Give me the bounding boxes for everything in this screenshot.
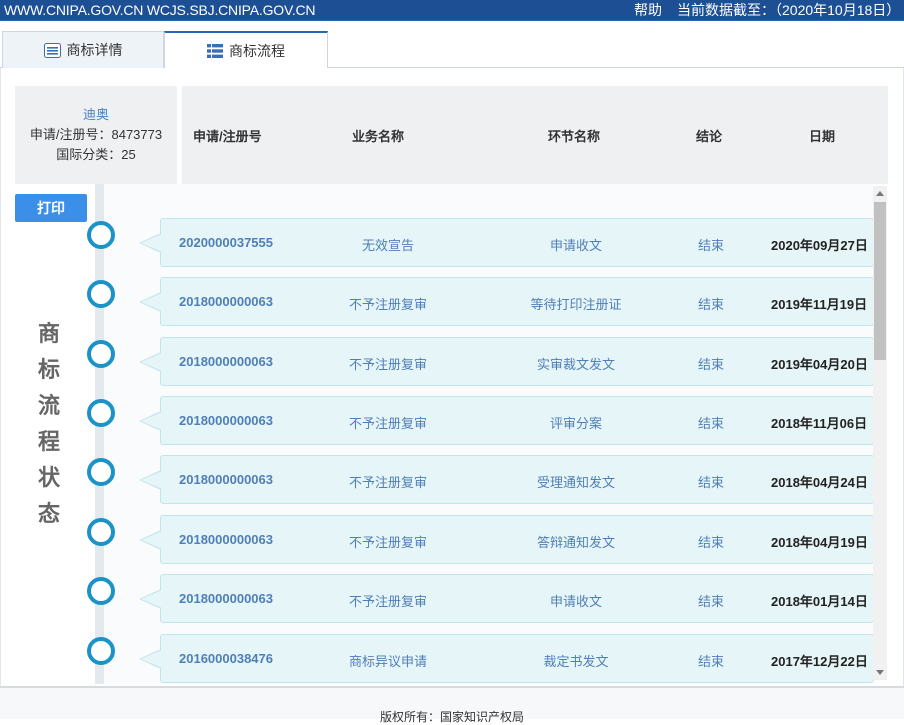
vertical-scrollbar[interactable]: [873, 186, 887, 680]
process-row: 2020000037555 无效宣告 申请收文 结束 2020年09月27日: [139, 218, 874, 267]
row-reg-no[interactable]: 2018000000063: [179, 413, 273, 428]
tab-label: 商标详情: [66, 42, 123, 58]
print-button[interactable]: 打印: [15, 194, 87, 222]
row-result: 结束: [697, 594, 724, 609]
row-step: 等待打印注册证: [530, 297, 622, 312]
top-divider: [0, 20, 904, 21]
row-reg-no[interactable]: 2020000037555: [179, 235, 273, 250]
row-business: 不予注册复审: [348, 416, 427, 431]
row-result: 结束: [697, 654, 724, 669]
row-step: 实审裁文发文: [536, 357, 615, 372]
side-title-char: 程: [37, 429, 60, 454]
data-as-of: 当前数据截至：（2020年10月18日）: [677, 2, 901, 18]
header-date: 日期: [809, 129, 836, 144]
process-row: 2016000038476 商标异议申请 裁定书发文 结束 2017年12月22…: [139, 634, 874, 683]
site-links[interactable]: WWW.CNIPA.GOV.CN WCJS.SBJ.CNIPA.GOV.CN: [4, 0, 316, 20]
row-date: 2017年12月22日: [771, 654, 868, 669]
row-reg-no[interactable]: 2018000000063: [179, 472, 273, 487]
scroll-thumb[interactable]: [874, 202, 886, 360]
row-date: 2018年11月06日: [771, 416, 868, 431]
row-date: 2018年04月19日: [771, 535, 868, 550]
row-result: 结束: [697, 297, 724, 312]
timeline-node: [87, 340, 115, 368]
timeline-line: [95, 184, 104, 684]
row-reg-no[interactable]: 2018000000063: [179, 532, 273, 547]
row-result: 结束: [697, 535, 724, 550]
row-step: 评审分案: [549, 416, 602, 431]
header-result: 结论: [696, 129, 723, 144]
row-result: 结束: [697, 357, 724, 372]
side-title-char: 标: [37, 357, 60, 382]
row-result: 结束: [697, 475, 724, 490]
help-link[interactable]: 帮助: [634, 0, 662, 20]
registration-number: 申请/注册号：8473773: [29, 127, 163, 142]
row-date: 2018年01月14日: [771, 594, 868, 609]
side-title-char: 状: [37, 465, 60, 490]
footer: 版权所有：国家知识产权局: [0, 688, 904, 724]
process-row: 2018000000063 不予注册复审 申请收文 结束 2018年01月14日: [139, 574, 874, 623]
tab-label: 商标流程: [229, 43, 285, 59]
side-title-char: 态: [37, 501, 60, 526]
row-business: 无效宣告: [361, 238, 414, 253]
top-bar: WWW.CNIPA.GOV.CN WCJS.SBJ.CNIPA.GOV.CN 帮…: [0, 0, 904, 20]
row-step: 申请收文: [549, 594, 602, 609]
timeline-node: [87, 399, 115, 427]
international-class: 国际分类：25: [56, 147, 136, 162]
row-business: 不予注册复审: [348, 475, 427, 490]
detail-icon: [43, 42, 61, 58]
header-step: 环节名称: [548, 129, 601, 144]
header-business: 业务名称: [352, 129, 405, 144]
timeline-node: [87, 577, 115, 605]
header-reg-no: 申请/注册号: [193, 129, 262, 144]
side-title-char: 商: [37, 321, 60, 346]
side-title: 商 标 流 程 状 态: [33, 316, 65, 532]
trademark-info: 迪奥 申请/注册号：8473773 国际分类：25: [15, 86, 177, 184]
timeline-node: [87, 458, 115, 486]
row-result: 结束: [697, 238, 724, 253]
scroll-up-icon[interactable]: [876, 191, 884, 196]
row-date: 2019年11月19日: [771, 297, 868, 312]
timeline-node: [87, 637, 115, 665]
process-row: 2018000000063 不予注册复审 实审裁文发文 结束 2019年04月2…: [139, 337, 874, 386]
trademark-name[interactable]: 迪奥: [15, 105, 177, 125]
row-reg-no[interactable]: 2016000038476: [179, 651, 273, 666]
row-reg-no[interactable]: 2018000000063: [179, 354, 273, 369]
row-date: 2018年04月24日: [771, 475, 868, 490]
process-row: 2018000000063 不予注册复审 评审分案 结束 2018年11月06日: [139, 396, 874, 445]
process-row: 2018000000063 不予注册复审 答辩通知发文 结束 2018年04月1…: [139, 515, 874, 564]
row-business: 不予注册复审: [348, 535, 427, 550]
timeline-node: [87, 518, 115, 546]
row-date: 2019年04月20日: [771, 357, 868, 372]
process-row: 2018000000063 不予注册复审 受理通知发文 结束 2018年04月2…: [139, 455, 874, 504]
row-business: 不予注册复审: [348, 357, 427, 372]
row-business: 不予注册复审: [348, 297, 427, 312]
list-icon: [207, 44, 223, 58]
timeline-node: [87, 280, 115, 308]
row-step: 裁定书发文: [543, 654, 609, 669]
process-row: 2018000000063 不予注册复审 等待打印注册证 结束 2019年11月…: [139, 277, 874, 326]
row-date: 2020年09月27日: [771, 238, 868, 253]
tab-trademark-detail[interactable]: 商标详情: [2, 31, 164, 68]
scroll-down-icon[interactable]: [876, 670, 884, 675]
row-step: 申请收文: [549, 238, 602, 253]
row-business: 不予注册复审: [348, 594, 427, 609]
row-step: 受理通知发文: [536, 475, 615, 490]
copyright-text: 版权所有：国家知识产权局: [379, 710, 524, 724]
row-reg-no[interactable]: 2018000000063: [179, 294, 273, 309]
timeline-node: [87, 221, 115, 249]
row-result: 结束: [697, 416, 724, 431]
row-reg-no[interactable]: 2018000000063: [179, 591, 273, 606]
row-business: 商标异议申请: [348, 654, 427, 669]
side-title-char: 流: [37, 393, 60, 418]
tab-trademark-process[interactable]: 商标流程: [164, 31, 328, 69]
table-header: 申请/注册号 业务名称 环节名称 结论 日期: [182, 86, 888, 184]
row-step: 答辩通知发文: [536, 535, 615, 550]
tab-bar: 商标详情 商标流程: [0, 31, 904, 69]
